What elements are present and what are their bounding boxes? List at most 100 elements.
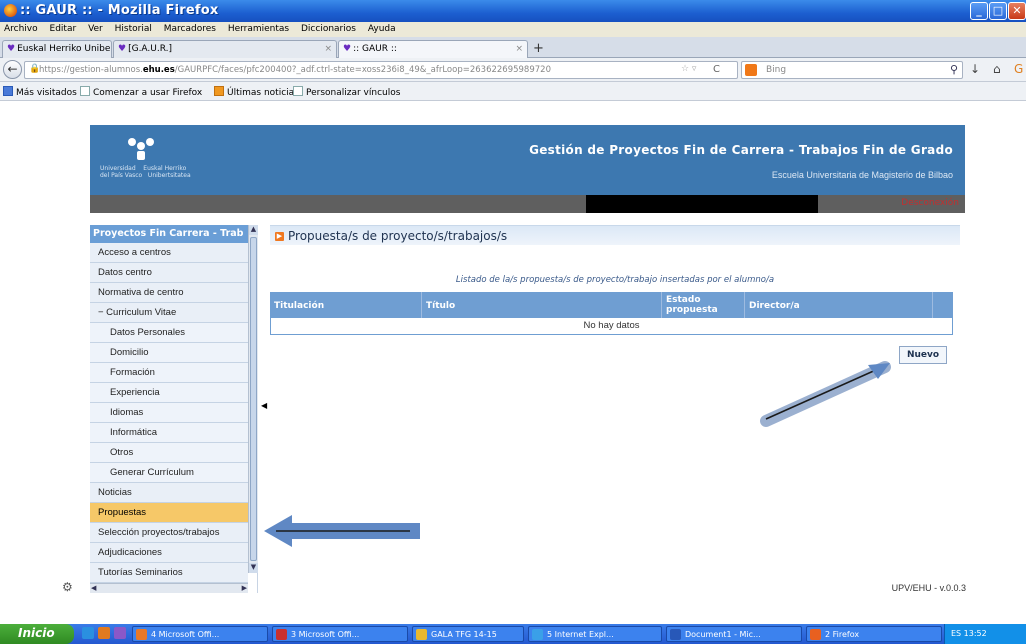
taskbar-label: GALA TFG 14-15 — [431, 630, 497, 639]
menu-diccionarios[interactable]: Diccionarios — [297, 22, 361, 34]
ehu-favicon-icon: ♥ — [343, 44, 352, 54]
column-director[interactable]: Director/a — [745, 292, 933, 318]
school-name: Escuela Universitaria de Magisterio de B… — [771, 170, 953, 180]
menu-marcadores[interactable]: Marcadores — [160, 22, 221, 34]
taskbar-label: 4 Microsoft Offi... — [151, 630, 220, 639]
new-tab-button[interactable]: + — [533, 41, 544, 56]
reload-icon[interactable]: C — [713, 64, 720, 75]
proposals-table: Titulación Título Estado propuesta Direc… — [270, 292, 953, 335]
sidebar-item[interactable]: Experiencia — [90, 383, 248, 403]
start-button[interactable]: Inicio — [0, 624, 74, 644]
close-tab-icon[interactable]: × — [515, 44, 523, 54]
gaur-application: Universidad Euskal Herriko del País Vasc… — [90, 125, 965, 604]
taskbar-button[interactable]: 5 Internet Expl... — [528, 626, 662, 642]
sidebar-item[interactable]: Formación — [90, 363, 248, 383]
sidebar-item[interactable]: Generar Currículum — [90, 463, 248, 483]
menu-archivo[interactable]: Archivo — [0, 22, 43, 34]
search-bar[interactable]: Bing ⚲ — [741, 61, 963, 79]
bookmark-star-icon[interactable]: ☆ ▿ — [681, 64, 696, 74]
annotation-arrow-to-propuestas — [264, 515, 420, 547]
university-name: Universidad Euskal Herriko del País Vasc… — [100, 165, 191, 179]
search-icon[interactable]: ⚲ — [950, 63, 958, 76]
taskbar-app-icon — [532, 629, 543, 640]
back-button[interactable]: ← — [3, 60, 22, 79]
maximize-button[interactable]: □ — [989, 2, 1007, 20]
url-text: https://gestion-alumnos.ehu.es/GAURPFC/f… — [39, 65, 551, 75]
taskbar-label: 3 Microsoft Offi... — [291, 630, 360, 639]
tab-gaur-active[interactable]: ♥:: GAUR :: × — [338, 40, 528, 58]
sidebar-item[interactable]: Otros — [90, 443, 248, 463]
bookmark-comenzar[interactable]: Comenzar a usar Firefox — [80, 86, 202, 98]
sidebar-item[interactable]: Domicilio — [90, 343, 248, 363]
tab-label: [G.A.U.R.] — [128, 44, 173, 54]
table-empty-row: No hay datos — [270, 318, 953, 335]
quicklaunch-firefox-icon[interactable] — [98, 627, 110, 639]
close-tab-icon[interactable]: × — [324, 44, 332, 54]
download-icon[interactable]: ↓ — [970, 62, 980, 76]
new-proposal-button[interactable]: Nuevo — [899, 346, 947, 364]
section-heading-bar: ▶ Propuesta/s de proyecto/s/trabajos/s — [270, 225, 960, 245]
column-estado-propuesta[interactable]: Estado propuesta — [662, 292, 745, 318]
windows-taskbar: Inicio 4 Microsoft Offi... 3 Microsoft Of… — [0, 624, 1026, 644]
sidebar-item[interactable]: Informática — [90, 423, 248, 443]
tab-euskal-herriko[interactable]: ♥Euskal Herriko Unibertsitatearen A... — [2, 40, 112, 58]
page-icon — [293, 86, 303, 96]
sidebar-item[interactable]: − Curriculum Vitae — [90, 303, 248, 323]
bookmark-personalizar[interactable]: Personalizar vínculos — [293, 86, 400, 98]
menu-ver[interactable]: Ver — [84, 22, 108, 34]
bookmarks-bar: Más visitados Comenzar a usar Firefox Úl… — [0, 82, 1026, 101]
sidebar-item[interactable]: Noticias — [90, 483, 248, 503]
sidebar-item[interactable]: Adjudicaciones — [90, 543, 248, 563]
menu-bar: Archivo Editar Ver Historial Marcadores … — [0, 22, 1026, 37]
bookmark-folder-icon — [3, 86, 13, 96]
minimize-button[interactable]: _ — [970, 2, 988, 20]
sidebar-vertical-scrollbar[interactable]: ▲ ▼ — [248, 225, 258, 573]
taskbar-button[interactable]: 3 Microsoft Offi... — [272, 626, 408, 642]
column-titulo[interactable]: Título — [422, 292, 662, 318]
sidebar-item[interactable]: Datos centro — [90, 263, 248, 283]
panel-splitter-handle[interactable]: ◀ — [261, 401, 267, 410]
home-icon[interactable]: ⌂ — [993, 62, 1001, 76]
sidebar-item[interactable]: Selección proyectos/trabajos — [90, 523, 248, 543]
taskbar-app-icon — [416, 629, 427, 640]
annotation-arrow-to-nuevo — [760, 361, 891, 427]
scroll-thumb[interactable] — [250, 237, 257, 561]
taskbar-label: 5 Internet Expl... — [547, 630, 614, 639]
menu-historial[interactable]: Historial — [111, 22, 157, 34]
tab-gaur-bracket[interactable]: ♥ [G.A.U.R.] × — [113, 40, 337, 58]
sidebar-item[interactable]: Normativa de centro — [90, 283, 248, 303]
menu-herramientas[interactable]: Herramientas — [224, 22, 294, 34]
taskbar-button[interactable]: 2 Firefox — [806, 626, 942, 642]
sidebar: Proyectos Fin Carrera - Trab Acceso a ce… — [90, 225, 258, 593]
close-button[interactable]: ✕ — [1008, 2, 1026, 20]
quicklaunch-ie-icon[interactable] — [82, 627, 94, 639]
disconnect-link[interactable]: Desconexión — [901, 198, 959, 208]
tab-strip: ♥Euskal Herriko Unibertsitatearen A... ♥… — [0, 37, 1026, 58]
url-bar[interactable]: 🔒 https://gestion-alumnos.ehu.es/GAURPFC… — [24, 61, 738, 79]
university-logo-icon — [128, 138, 154, 160]
sidebar-item[interactable]: Propuestas — [90, 503, 248, 523]
taskbar-button[interactable]: Document1 - Mic... — [666, 626, 802, 642]
bookmark-mas-visitados[interactable]: Más visitados — [3, 86, 77, 98]
quicklaunch-app-icon[interactable] — [114, 627, 126, 639]
sidebar-item[interactable]: Datos Personales — [90, 323, 248, 343]
header-banner: Universidad Euskal Herriko del País Vasc… — [90, 125, 965, 195]
window-title-bar: :: GAUR :: - Mozilla Firefox _ □ ✕ — [0, 0, 1026, 22]
sidebar-item[interactable]: Acceso a centros — [90, 243, 248, 263]
bing-engine-icon[interactable] — [745, 64, 757, 76]
redacted-user-name — [586, 195, 818, 213]
scroll-down-icon[interactable]: ▼ — [249, 563, 258, 573]
scroll-up-icon[interactable]: ▲ — [249, 225, 258, 235]
addon-icon[interactable]: G — [1014, 62, 1023, 76]
menu-ayuda[interactable]: Ayuda — [364, 22, 401, 34]
menu-editar[interactable]: Editar — [46, 22, 82, 34]
bookmark-ultimas-noticias[interactable]: Últimas noticias — [214, 86, 299, 98]
firefox-icon — [4, 4, 17, 17]
sidebar-item[interactable]: Idiomas — [90, 403, 248, 423]
column-titulacion[interactable]: Titulación — [270, 292, 422, 318]
taskbar-button[interactable]: 4 Microsoft Offi... — [132, 626, 268, 642]
section-bullet-icon: ▶ — [275, 232, 284, 241]
system-tray: ES 13:52 — [944, 624, 1026, 644]
taskbar-button[interactable]: GALA TFG 14-15 — [412, 626, 524, 642]
sidebar-header: Proyectos Fin Carrera - Trab — [90, 225, 248, 243]
